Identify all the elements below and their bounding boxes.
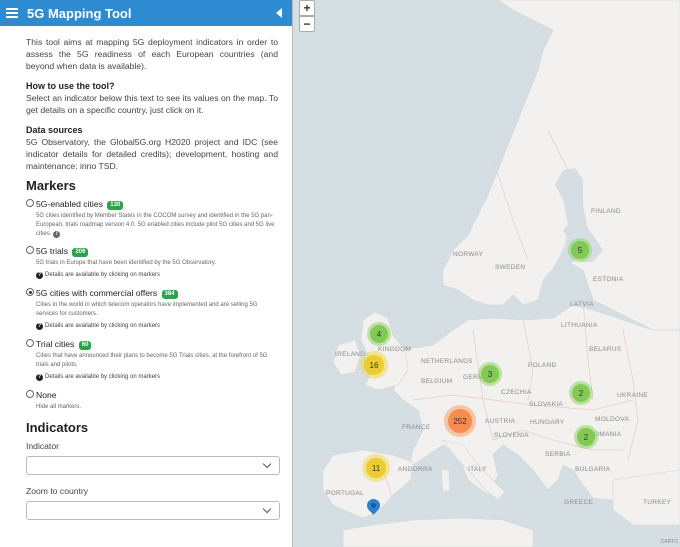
country-label: HUNGARY: [530, 419, 565, 426]
option-label[interactable]: 5G-enabled cities: [36, 199, 103, 209]
country-label: FINLAND: [591, 208, 621, 215]
country-label: KINGDOM: [378, 346, 412, 353]
data-sources-heading: Data sources: [26, 125, 83, 135]
option-label[interactable]: Trial cities: [36, 339, 74, 349]
marker-cluster[interactable]: 3: [478, 362, 502, 386]
marker-option-5g-commercial[interactable]: 5G cities with commercial offers 384 Cit…: [26, 287, 278, 332]
option-details: ? Details are available by clicking on ma…: [36, 271, 161, 279]
marker-option-none[interactable]: None Hide all markers.: [26, 389, 278, 412]
country-label: GREECE: [564, 499, 594, 506]
country-label: BELARUS: [589, 346, 622, 353]
map-land: [322, 0, 680, 547]
country-label: NETHERLANDS: [421, 358, 473, 365]
map-attribution: CARTO: [660, 539, 678, 545]
sidebar: 5G Mapping Tool This tool aims at mappin…: [0, 0, 293, 547]
marker-cluster[interactable]: 252: [444, 405, 476, 437]
option-label[interactable]: None: [36, 390, 57, 400]
country-label: TURKEY: [643, 499, 672, 506]
option-description: Cities that have announced their plans t…: [36, 353, 268, 368]
country-label: IRELAND: [335, 351, 366, 358]
sidebar-header: 5G Mapping Tool: [0, 0, 292, 26]
map[interactable]: + − FINLAND NORWAY SWEDEN ESTONIA LATVIA…: [293, 0, 680, 547]
how-to-text: Select an indicator below this text to s…: [26, 93, 278, 115]
count-badge: 384: [161, 290, 178, 299]
country-label: AUSTRIA: [485, 418, 516, 425]
option-label[interactable]: 5G cities with commercial offers: [36, 288, 157, 298]
radio-5g-commercial[interactable]: [26, 288, 34, 296]
data-sources-text: 5G Observatory, the Global5G.org H2020 p…: [26, 137, 278, 171]
country-label: BULGARIA: [575, 466, 611, 473]
country-label: ANDORRA: [398, 466, 433, 473]
how-to-heading: How to use the tool?: [26, 81, 115, 91]
collapse-sidebar-icon[interactable]: [276, 8, 282, 18]
marker-cluster[interactable]: 4: [367, 322, 391, 346]
intro-text: This tool aims at mapping 5G deployment …: [26, 37, 278, 71]
country-label: PORTUGAL: [326, 490, 365, 497]
sidebar-body: This tool aims at mapping 5G deployment …: [0, 26, 292, 520]
zoom-country-label: Zoom to country: [26, 486, 89, 496]
marker-cluster[interactable]: 2: [574, 425, 598, 449]
question-icon: ?: [36, 322, 43, 330]
option-description: Hide all markers.: [36, 404, 82, 410]
zoom-country-select[interactable]: [26, 501, 280, 520]
count-badge: 60: [78, 341, 92, 350]
menu-icon[interactable]: [6, 8, 18, 18]
marker-cluster[interactable]: 5: [568, 238, 592, 262]
country-label: UKRAINE: [617, 392, 648, 399]
chevron-down-icon: [262, 459, 272, 469]
option-details: ? Details are available by clicking on ma…: [36, 373, 161, 381]
zoom-out-button[interactable]: −: [299, 16, 315, 32]
indicator-select[interactable]: [26, 456, 280, 475]
country-label: ITALY: [468, 466, 487, 473]
marker-cluster[interactable]: 2: [569, 381, 593, 405]
indicator-label: Indicator: [26, 441, 59, 451]
country-label: CZECHIA: [501, 389, 532, 396]
chevron-down-icon: [262, 504, 272, 514]
country-label: SLOVAKIA: [529, 401, 564, 408]
marker-option-trial-cities[interactable]: Trial cities 60 Cities that have announc…: [26, 338, 278, 383]
marker-cluster[interactable]: 11: [362, 454, 390, 482]
country-label: SWEDEN: [495, 264, 526, 271]
country-label: BELGIUM: [421, 378, 453, 385]
count-badge: 130: [107, 201, 124, 210]
option-label[interactable]: 5G trials: [36, 246, 68, 256]
option-description: 5G cities identified by Member States in…: [36, 213, 275, 238]
country-label: ESTONIA: [593, 276, 624, 283]
info-icon[interactable]: i: [53, 231, 61, 238]
count-badge: 206: [72, 248, 89, 257]
radio-trial-cities[interactable]: [26, 339, 34, 347]
option-details: ? Details are available by clicking on ma…: [36, 322, 161, 330]
indicators-heading: Indicators: [26, 420, 89, 435]
zoom-in-button[interactable]: +: [299, 0, 315, 16]
radio-5g-trials[interactable]: [26, 246, 34, 254]
app-title: 5G Mapping Tool: [27, 5, 132, 21]
country-label: MOLDOVA: [595, 416, 630, 423]
option-description: 5G trials in Europe that have been ident…: [36, 260, 216, 266]
country-label: LATVIA: [570, 301, 594, 308]
country-label: LITHUANIA: [561, 322, 598, 329]
question-icon: ?: [36, 271, 43, 279]
marker-option-5g-enabled-cities[interactable]: 5G-enabled cities 130 5G cities identifi…: [26, 198, 278, 239]
country-label: FRANCE: [402, 424, 431, 431]
country-label: SLOVENIA: [494, 432, 529, 439]
country-label: POLAND: [528, 362, 557, 369]
question-icon: ?: [36, 373, 43, 381]
marker-cluster[interactable]: 16: [360, 351, 388, 379]
country-label: NORWAY: [453, 251, 484, 258]
option-description: Cities in the world in which telecom ope…: [36, 302, 258, 317]
radio-none[interactable]: [26, 390, 34, 398]
marker-option-5g-trials[interactable]: 5G trials 206 5G trials in Europe that h…: [26, 245, 278, 281]
radio-5g-enabled-cities[interactable]: [26, 199, 34, 207]
country-label: SERBIA: [545, 451, 571, 458]
markers-heading: Markers: [26, 178, 76, 193]
